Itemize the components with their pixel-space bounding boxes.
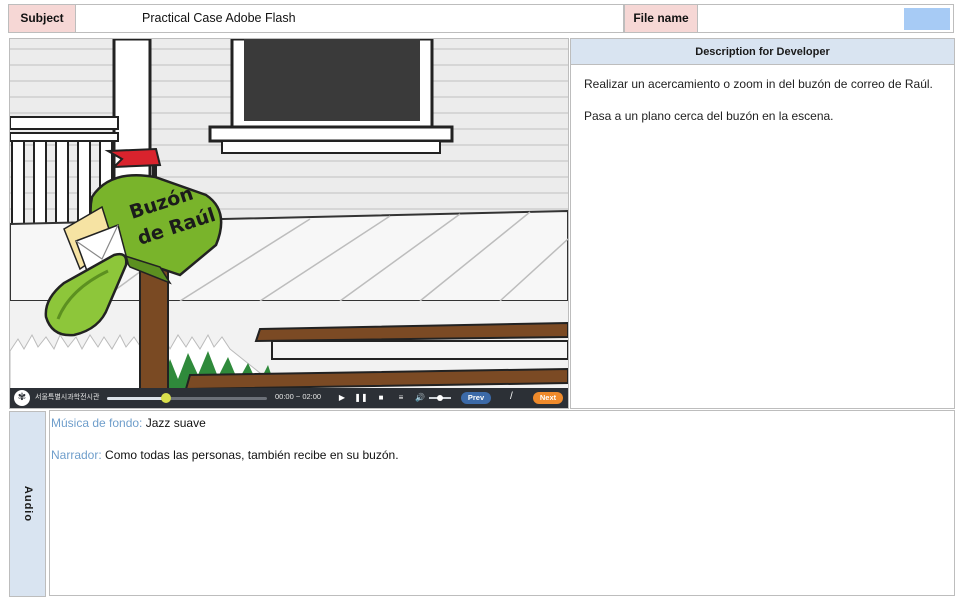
- header-bar: Subject Practical Case Adobe Flash File …: [8, 4, 954, 33]
- player-org-text: 서울특별시과학전시관: [35, 394, 100, 401]
- progress-fill: [107, 397, 167, 400]
- audio-label: Audio: [21, 485, 34, 523]
- menu-icon[interactable]: ≡: [394, 391, 408, 405]
- developer-description-panel: Description for Developer Realizar un ac…: [570, 38, 955, 409]
- audio-key-narrator: Narrador:: [51, 448, 102, 462]
- audio-key-music: Música de fondo:: [51, 416, 143, 430]
- audio-line-narrator: Narrador: Como todas las personas, tambi…: [51, 447, 954, 463]
- scene-artwork: Buzón de Raúl: [10, 39, 568, 389]
- scene-illustration: Buzón de Raúl ✾ 서울특별시과학전시관 00:00 ~ 02:00…: [9, 38, 569, 409]
- media-player-bar: ✾ 서울특별시과학전시관 00:00 ~ 02:00 ▶ ❚❚ ■ ≡ 🔊 Pr…: [10, 388, 568, 408]
- pause-icon[interactable]: ❚❚: [354, 391, 368, 405]
- prev-next-separator: /: [510, 391, 513, 402]
- stop-icon[interactable]: ■: [374, 391, 388, 405]
- subject-value: Practical Case Adobe Flash: [76, 5, 624, 32]
- volume-thumb[interactable]: [437, 395, 443, 401]
- description-body: Realizar un acercamiento o zoom in del b…: [571, 65, 954, 124]
- audio-line-music: Música de fondo: Jazz suave: [51, 415, 954, 431]
- volume-icon[interactable]: 🔊: [413, 391, 427, 405]
- progress-track[interactable]: [107, 393, 267, 403]
- description-paragraph: Realizar un acercamiento o zoom in del b…: [584, 77, 933, 91]
- next-button[interactable]: Next: [533, 392, 563, 404]
- description-title: Description for Developer: [571, 39, 954, 65]
- subject-label: Subject: [9, 5, 76, 32]
- audio-value-music: Jazz suave: [145, 416, 206, 430]
- logo-icon: ✾: [14, 390, 30, 406]
- prev-button[interactable]: Prev: [461, 392, 491, 404]
- time-display: 00:00 ~ 02:00: [275, 392, 322, 401]
- play-icon[interactable]: ▶: [335, 391, 349, 405]
- description-paragraph: Pasa a un plano cerca del buzón en la es…: [584, 109, 834, 123]
- file-name-label: File name: [624, 5, 698, 32]
- audio-value-narrator: Como todas las personas, también recibe …: [105, 448, 399, 462]
- audio-label-cell: Audio: [9, 411, 46, 597]
- file-color-swatch: [904, 8, 950, 30]
- progress-thumb[interactable]: [161, 393, 172, 403]
- volume-slider[interactable]: [429, 395, 451, 401]
- audio-content: Música de fondo: Jazz suave Narrador: Co…: [49, 410, 955, 596]
